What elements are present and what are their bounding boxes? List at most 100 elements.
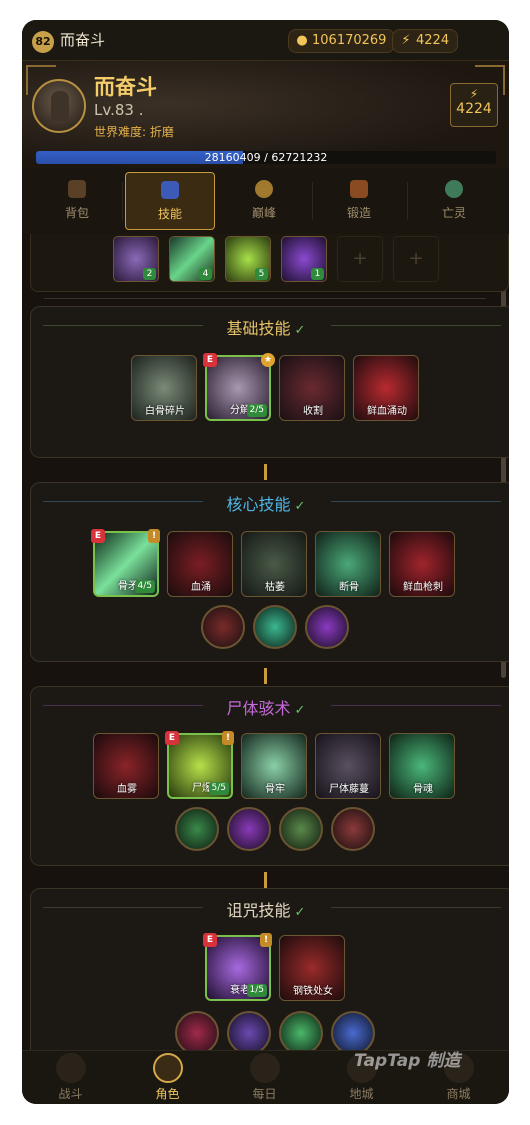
skill-label: 骨牢 [265, 784, 285, 795]
skill-label: 钢铁处女 [293, 986, 333, 997]
equipped-slot[interactable]: 1 [281, 236, 327, 282]
equipped-badge: E [165, 731, 179, 745]
empty-slot[interactable]: + [337, 236, 383, 282]
check-icon: ✓ [294, 499, 306, 514]
tab-paragon[interactable]: 巅峰 [219, 172, 309, 230]
undead-skull-icon [445, 180, 463, 198]
skill-bone-prison[interactable]: 骨牢 [241, 733, 307, 799]
skill-rank: 5/5 [208, 782, 229, 795]
skill-iron-maiden[interactable]: 钢铁处女 [279, 935, 345, 1001]
passive-node[interactable] [227, 807, 271, 851]
character-icon [152, 1053, 183, 1083]
alert-icon: ! [148, 529, 160, 543]
passive-node[interactable] [305, 605, 349, 649]
skill-label: 白骨碎片 [145, 406, 185, 417]
avatar[interactable] [32, 79, 86, 133]
section-title-text: 核心技能 [226, 495, 291, 514]
skill-label: 断骨 [339, 582, 359, 593]
character-header: 而奋斗 Lv.83 . 世界难度: 折磨 ⚡ 4224 28160409 / 6… [22, 60, 509, 168]
passive-node[interactable] [201, 605, 245, 649]
skill-sever[interactable]: 断骨 [315, 531, 381, 597]
skill-label: 鲜血涌动 [367, 406, 407, 417]
taptap-watermark: TapTap 制造 [354, 1051, 461, 1071]
gold-counter[interactable]: ● 106170269 [288, 29, 396, 53]
passive-node[interactable] [331, 807, 375, 851]
skill-book-icon [161, 181, 179, 199]
skill-label: 血雾 [117, 784, 137, 795]
section-title-text: 基础技能 [226, 319, 291, 338]
daily-chest-icon [249, 1053, 280, 1083]
xp-bar: 28160409 / 62721232 [36, 151, 496, 164]
passive-node[interactable] [175, 807, 219, 851]
nav-label: 地城 [349, 1087, 374, 1101]
battle-icon [55, 1053, 86, 1083]
tab-backpack[interactable]: 背包 [32, 172, 122, 230]
passive-node[interactable] [253, 605, 297, 649]
skill-label: 枯萎 [265, 582, 285, 593]
energy-box[interactable]: ⚡ 4224 [450, 83, 498, 127]
equipped-skills-bar: 2 4 5 1 + + [30, 234, 509, 292]
anvil-icon [350, 180, 368, 198]
tab-skills[interactable]: 技能 [125, 172, 215, 230]
passive-node[interactable] [279, 807, 323, 851]
tab-forge[interactable]: 锻造 [314, 172, 404, 230]
tab-divider [122, 182, 123, 220]
equipped-count: 4 [199, 268, 212, 280]
equipped-count: 5 [255, 268, 268, 280]
equipped-slot[interactable]: 5 [225, 236, 271, 282]
passive-node[interactable] [175, 1011, 219, 1050]
star-icon: ★ [261, 353, 275, 367]
skill-bone-spirit[interactable]: 骨魂 [389, 733, 455, 799]
skill-corpse-tendrils[interactable]: 尸体藤蔓 [315, 733, 381, 799]
skill-rank: 4/5 [134, 580, 155, 593]
player-level-badge: 82 [32, 31, 54, 53]
necromancer-portrait-icon [51, 91, 69, 121]
tab-label: 技能 [157, 207, 182, 221]
tree-connector [264, 464, 267, 480]
passive-node[interactable] [331, 1011, 375, 1050]
skill-blood-surge-core[interactable]: 血涌 [167, 531, 233, 597]
skill-reap[interactable]: 收割 [279, 355, 345, 421]
equipped-badge: E [91, 529, 105, 543]
nav-label: 战斗 [58, 1087, 83, 1101]
check-icon: ✓ [294, 905, 306, 920]
backpack-icon [68, 180, 86, 198]
section-title: 核心技能 ✓ [31, 491, 501, 515]
section-basic-skills: 基础技能 ✓ 白骨碎片 分解 2/5 E ★ 收割 鲜血涌动 [30, 306, 509, 458]
equipped-slot[interactable]: 4 [169, 236, 215, 282]
passive-node[interactable] [279, 1011, 323, 1050]
passive-node[interactable] [227, 1011, 271, 1050]
world-difficulty: 世界难度: 折磨 [94, 125, 174, 139]
nav-daily[interactable]: 每日 [216, 1051, 313, 1104]
tab-label: 亡灵 [441, 206, 466, 220]
skills-panel[interactable]: 2 4 5 1 + + 基础技能 ✓ 白骨碎片 分解 2/5 E ★ 收割 鲜血涌动… [22, 234, 509, 1050]
empty-slot[interactable]: + [393, 236, 439, 282]
plus-icon: + [352, 248, 368, 269]
tab-divider [407, 182, 408, 220]
divider [44, 298, 486, 299]
character-name: 而奋斗 [94, 75, 157, 99]
tab-label: 巅峰 [251, 206, 276, 220]
nav-label: 每日 [252, 1087, 277, 1101]
skill-label: 尸体藤蔓 [329, 784, 369, 795]
nav-battle[interactable]: 战斗 [22, 1051, 119, 1104]
nav-character[interactable]: 角色 [119, 1051, 216, 1104]
equipped-slot[interactable]: 2 [113, 236, 159, 282]
skill-blood-surge[interactable]: 鲜血涌动 [353, 355, 419, 421]
energy-counter[interactable]: ⚡ 4224 [392, 29, 459, 53]
skill-blood-mist[interactable]: 血雾 [93, 733, 159, 799]
tab-undead[interactable]: 亡灵 [409, 172, 499, 230]
lightning-icon: ⚡ [469, 87, 479, 101]
equipped-count: 2 [143, 268, 156, 280]
skill-rank: 2/5 [246, 404, 267, 417]
tab-label: 锻造 [346, 206, 371, 220]
section-title: 诅咒技能 ✓ [31, 897, 501, 921]
character-tabs: 背包 技能 巅峰 锻造 亡灵 [22, 168, 509, 234]
player-name: 而奋斗 [60, 31, 106, 49]
skill-white-bone-shard[interactable]: 白骨碎片 [131, 355, 197, 421]
skill-blight[interactable]: 枯萎 [241, 531, 307, 597]
section-curse-skills: 诅咒技能 ✓ 衰老 1/5 E ! 钢铁处女 [30, 888, 509, 1050]
skill-blood-lance[interactable]: 鲜血枪刺 [389, 531, 455, 597]
lightning-icon: ⚡ [401, 33, 411, 48]
equipped-badge: E [203, 933, 217, 947]
